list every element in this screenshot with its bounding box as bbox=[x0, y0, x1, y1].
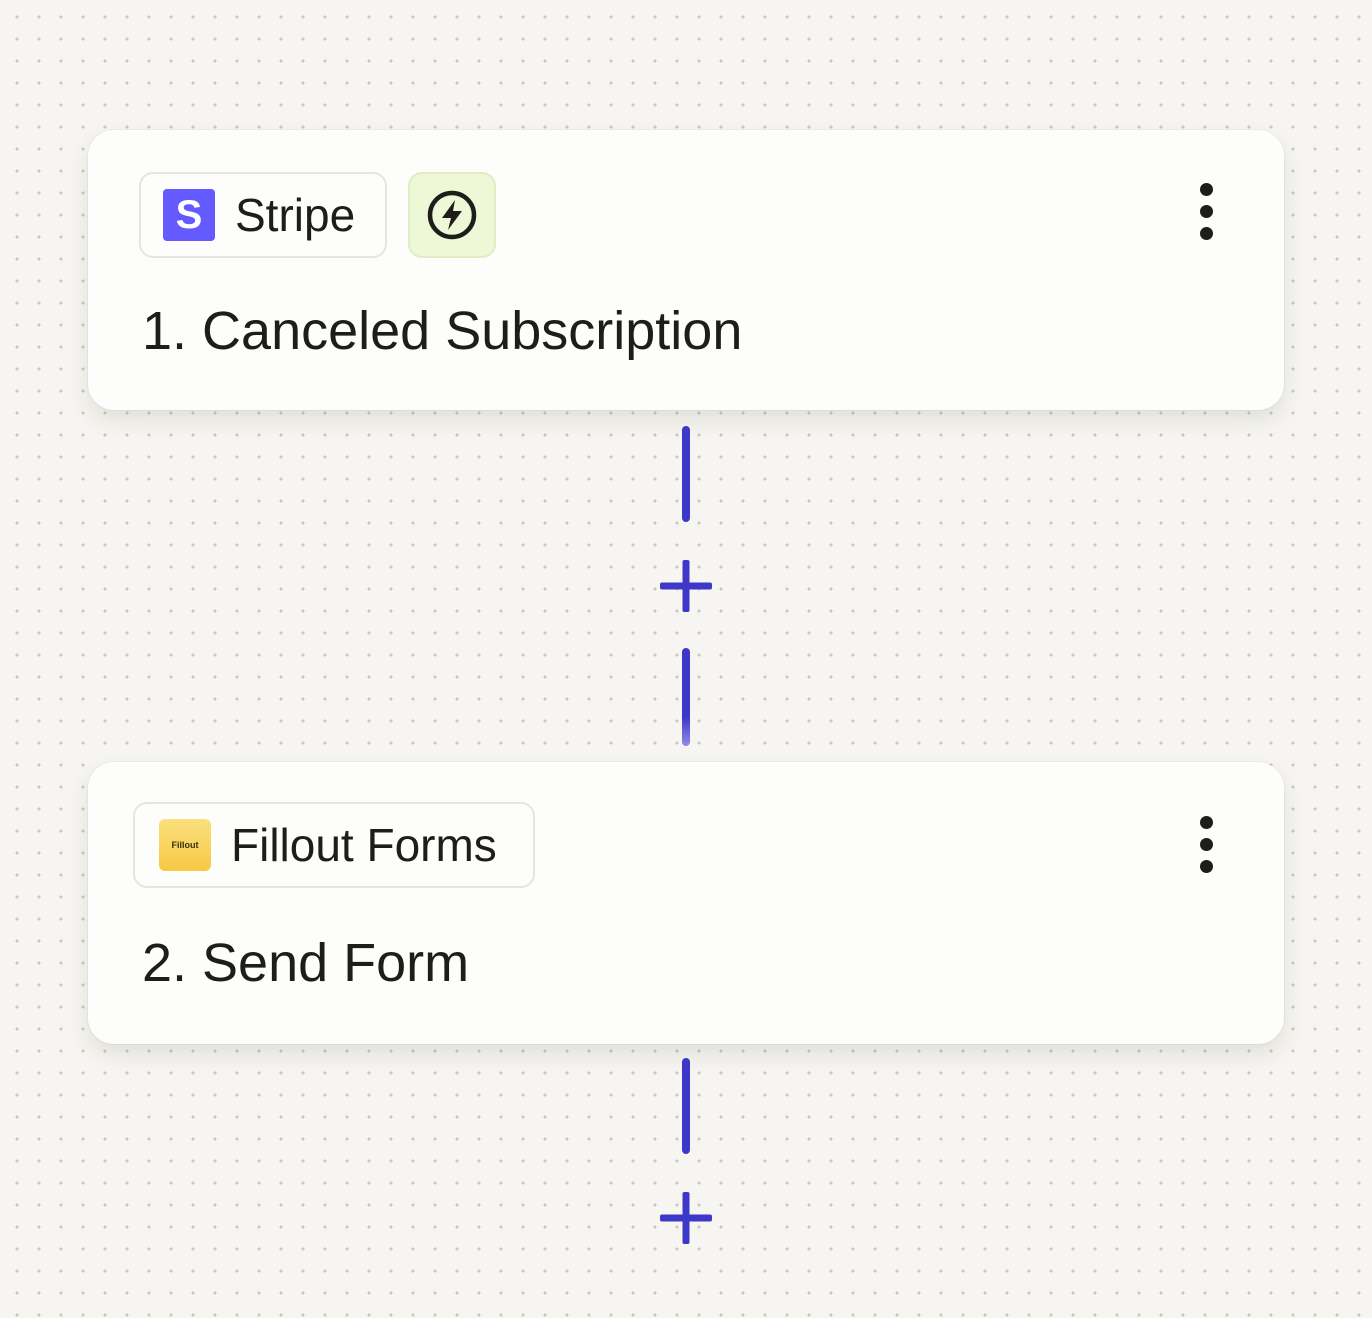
trigger-badge[interactable] bbox=[408, 172, 496, 258]
fillout-logo: Fillout bbox=[159, 819, 211, 871]
lightning-bolt-icon bbox=[427, 190, 477, 240]
workflow-canvas: S Stripe 1. Canceled Subscription Fillou… bbox=[0, 0, 1372, 1318]
plus-icon[interactable] bbox=[656, 556, 716, 616]
vertical-dots-icon-dot bbox=[1199, 859, 1213, 873]
app-name: Stripe bbox=[235, 189, 356, 241]
app-name: Fillout Forms bbox=[231, 819, 497, 871]
vertical-dots-icon-dot bbox=[1199, 204, 1213, 218]
step-card-1[interactable]: S Stripe 1. Canceled Subscription bbox=[88, 130, 1284, 410]
plus-icon[interactable] bbox=[656, 1188, 716, 1248]
app-chip-fillout[interactable]: Fillout Fillout Forms bbox=[133, 802, 535, 888]
vertical-dots-icon bbox=[1199, 815, 1213, 829]
connector-line bbox=[682, 1058, 690, 1154]
step-title: 1. Canceled Subscription bbox=[142, 301, 743, 361]
more-options-button[interactable] bbox=[1186, 809, 1226, 879]
vertical-dots-icon-dot bbox=[1199, 226, 1213, 240]
vertical-dots-icon bbox=[1199, 182, 1213, 196]
connector-line bbox=[682, 648, 690, 746]
stripe-logo: S bbox=[163, 189, 215, 241]
connector-line bbox=[682, 426, 690, 522]
step-title: 2. Send Form bbox=[142, 933, 470, 993]
app-chip-stripe[interactable]: S Stripe bbox=[139, 172, 387, 258]
more-options-button[interactable] bbox=[1186, 176, 1226, 246]
vertical-dots-icon-dot bbox=[1199, 837, 1213, 851]
step-card-2[interactable]: Fillout Fillout Forms 2. Send Form bbox=[88, 762, 1284, 1044]
